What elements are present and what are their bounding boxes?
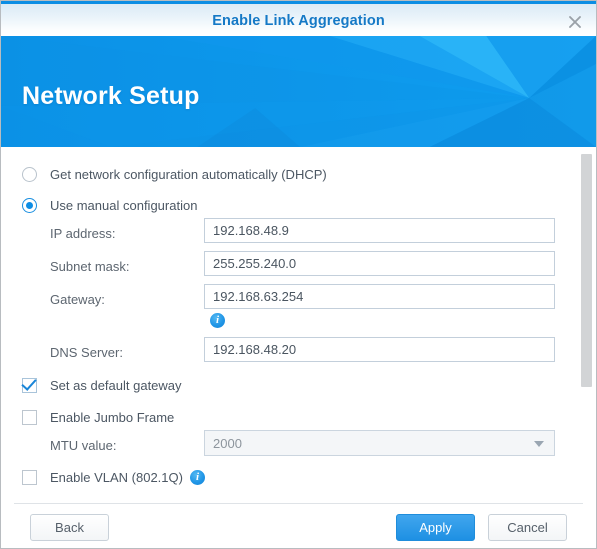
gateway-info-icon[interactable] (210, 312, 225, 329)
dialog-window: Enable Link Aggregation Network Setup Ge… (0, 0, 597, 549)
close-icon[interactable] (562, 9, 588, 35)
checkbox-row-default-gateway[interactable]: Set as default gateway (22, 371, 596, 399)
page-banner: Network Setup (1, 36, 596, 147)
label-dns-server: DNS Server: (50, 345, 123, 360)
label-ip-address: IP address: (50, 226, 116, 241)
checkbox-default-gateway[interactable] (22, 377, 37, 393)
radio-manual[interactable] (22, 197, 37, 213)
checkbox-row-jumbo-frame[interactable]: Enable Jumbo Frame (22, 403, 596, 431)
footer-divider (14, 503, 583, 504)
label-subnet-mask: Subnet mask: (50, 259, 130, 274)
cancel-button[interactable]: Cancel (488, 514, 567, 541)
dialog-title: Enable Link Aggregation (212, 13, 385, 29)
radio-label-manual: Use manual configuration (50, 197, 198, 213)
checkbox-label-jumbo-frame: Enable Jumbo Frame (50, 409, 175, 425)
scrollbar-track[interactable] (581, 147, 594, 503)
dns-server-input[interactable] (204, 337, 555, 362)
checkbox-label-default-gateway: Set as default gateway (50, 377, 182, 393)
mtu-value-select[interactable]: 2000 (204, 430, 555, 456)
mtu-value-text: 2000 (213, 435, 242, 451)
radio-row-dhcp[interactable]: Get network configuration automatically … (22, 160, 596, 188)
checkbox-label-vlan: Enable VLAN (802.1Q) (50, 469, 183, 485)
checkbox-vlan[interactable] (22, 469, 37, 485)
chevron-down-icon (534, 441, 544, 447)
ip-address-input[interactable] (204, 218, 555, 243)
apply-button[interactable]: Apply (396, 514, 475, 541)
checkbox-row-vlan[interactable]: Enable VLAN (802.1Q) (22, 463, 596, 491)
label-mtu-value: MTU value: (50, 438, 117, 453)
page-title: Network Setup (22, 82, 200, 110)
vlan-info-icon[interactable] (189, 469, 205, 485)
radio-dhcp[interactable] (22, 166, 37, 182)
dialog-titlebar: Enable Link Aggregation (1, 1, 596, 36)
form-content: Get network configuration automatically … (1, 147, 596, 503)
dialog-footer: Back Apply Cancel (1, 503, 596, 548)
checkbox-jumbo-frame[interactable] (22, 409, 37, 425)
radio-row-manual[interactable]: Use manual configuration (22, 191, 596, 219)
radio-label-dhcp: Get network configuration automatically … (50, 166, 327, 182)
gateway-input[interactable] (204, 284, 555, 309)
scrollbar-thumb[interactable] (581, 154, 592, 387)
back-button[interactable]: Back (30, 514, 109, 541)
subnet-mask-input[interactable] (204, 251, 555, 276)
label-gateway: Gateway: (50, 292, 105, 307)
